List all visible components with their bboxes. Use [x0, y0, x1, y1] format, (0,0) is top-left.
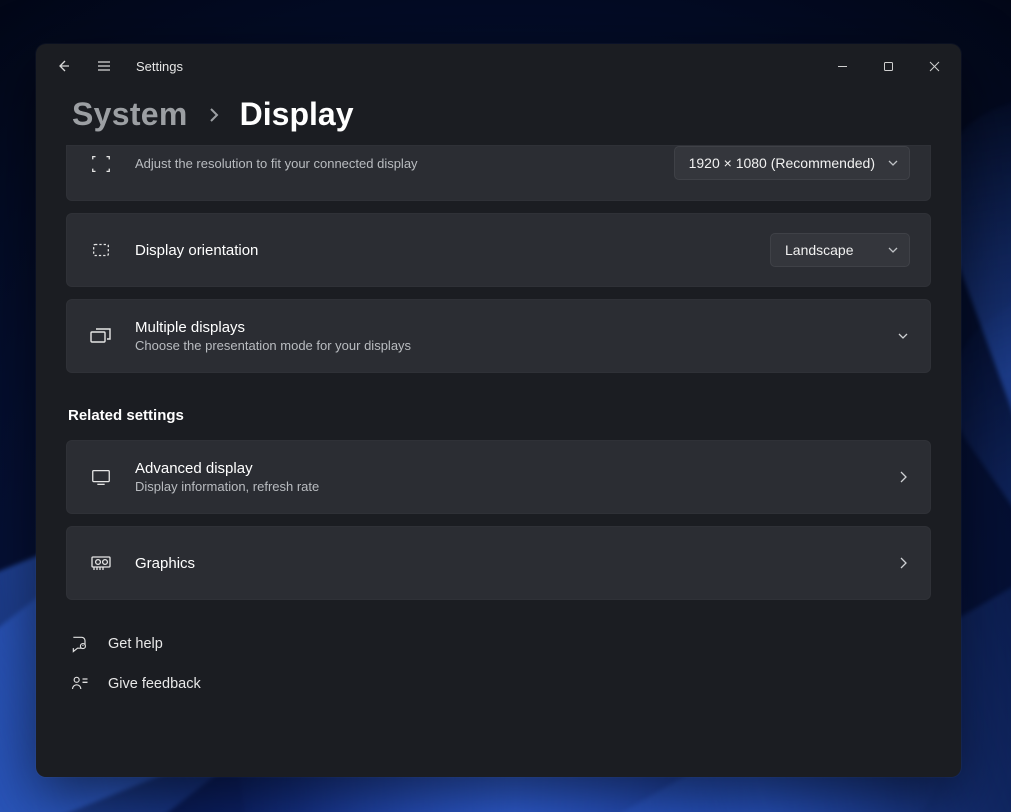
monitor-icon [87, 466, 115, 488]
breadcrumb-parent[interactable]: System [72, 96, 188, 133]
resolution-select[interactable]: 1920 × 1080 (Recommended) [674, 146, 910, 180]
multiple-displays-title: Multiple displays [135, 319, 876, 336]
give-feedback-link[interactable]: Give feedback [66, 666, 931, 702]
chevron-down-icon [887, 157, 899, 169]
chevron-right-icon [896, 556, 910, 570]
chevron-down-icon [887, 244, 899, 256]
resolution-select-value: 1920 × 1080 (Recommended) [689, 155, 875, 171]
footer-links: Get help Give feedback [66, 626, 931, 702]
get-help-label: Get help [108, 636, 163, 652]
display-orientation-title: Display orientation [135, 242, 750, 259]
breadcrumb: System Display [36, 88, 961, 135]
settings-window: Settings System Display [36, 44, 961, 777]
related-settings-header: Related settings [68, 407, 929, 424]
help-icon [68, 634, 92, 654]
advanced-display-title: Advanced display [135, 460, 876, 477]
get-help-link[interactable]: Get help [66, 626, 931, 662]
orientation-select[interactable]: Landscape [770, 233, 910, 267]
back-button[interactable] [44, 46, 84, 86]
graphics-card-icon [87, 553, 115, 573]
hamburger-menu-button[interactable] [84, 46, 124, 86]
orientation-select-value: Landscape [785, 242, 854, 258]
settings-content: Adjust the resolution to fit your connec… [36, 135, 961, 777]
graphics-row[interactable]: Graphics [66, 526, 931, 600]
resolution-icon [87, 153, 115, 175]
graphics-title: Graphics [135, 555, 876, 572]
expand-chevron[interactable] [896, 329, 910, 343]
give-feedback-label: Give feedback [108, 676, 201, 692]
advanced-display-sub: Display information, refresh rate [135, 479, 876, 494]
chevron-right-icon [206, 107, 222, 123]
display-resolution-row[interactable]: Adjust the resolution to fit your connec… [66, 145, 931, 201]
titlebar: Settings [36, 44, 961, 88]
window-controls [819, 51, 957, 81]
display-resolution-sub: Adjust the resolution to fit your connec… [135, 156, 654, 171]
orientation-icon [87, 239, 115, 261]
display-orientation-row[interactable]: Display orientation Landscape [66, 213, 931, 287]
feedback-icon [68, 674, 92, 694]
multiple-displays-row[interactable]: Multiple displays Choose the presentatio… [66, 299, 931, 373]
minimize-button[interactable] [819, 51, 865, 81]
window-title: Settings [136, 59, 183, 74]
maximize-button[interactable] [865, 51, 911, 81]
advanced-display-row[interactable]: Advanced display Display information, re… [66, 440, 931, 514]
chevron-right-icon [896, 470, 910, 484]
close-button[interactable] [911, 51, 957, 81]
multiple-displays-icon [87, 325, 115, 347]
breadcrumb-current: Display [240, 96, 354, 133]
multiple-displays-sub: Choose the presentation mode for your di… [135, 338, 876, 353]
